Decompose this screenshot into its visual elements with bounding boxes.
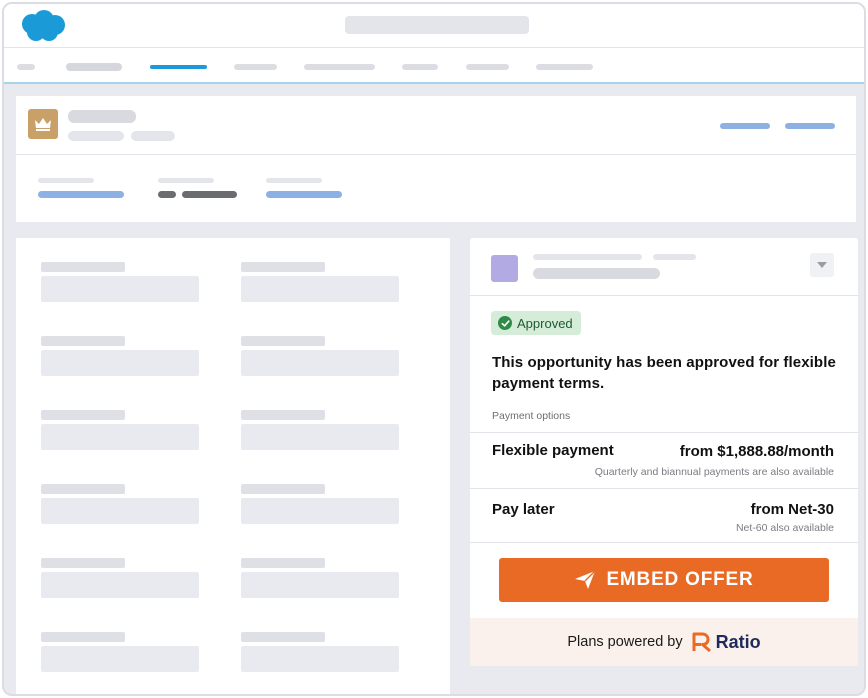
field-value-placeholder[interactable] [41,572,199,598]
crown-icon [35,118,51,131]
option-title-flexible: Flexible payment [492,442,614,459]
record-details-panel [16,238,450,694]
field-label-placeholder [241,336,325,346]
field-label-placeholder [241,484,325,494]
field-label-placeholder [241,410,325,420]
approval-message: This opportunity has been approved for f… [492,354,836,392]
field-label-placeholder [41,262,125,272]
field-value-placeholder[interactable] [41,276,199,302]
header-action-button[interactable] [720,123,770,129]
record-icon [28,109,58,139]
field-label-placeholder [241,632,325,642]
highlight-value-placeholder [182,191,237,198]
field-value-placeholder[interactable] [241,350,399,376]
highlight-label-placeholder [158,178,214,183]
app-frame: Approved This opportunity has been appro… [2,2,866,696]
option-value-pay-later: from Net-30 [750,501,834,518]
field-value-placeholder[interactable] [241,498,399,524]
nav-item[interactable] [466,64,509,70]
highlight-link-placeholder[interactable] [266,191,342,198]
highlight-label-placeholder [266,178,322,183]
field-label-placeholder [41,336,125,346]
option-note-flexible: Quarterly and biannual payments are also… [594,466,834,478]
highlight-value-placeholder [158,191,176,198]
nav-item[interactable] [536,64,593,70]
ratio-logo-icon [692,632,711,653]
widget-header [470,238,858,296]
field-value-placeholder[interactable] [41,424,199,450]
check-circle-icon [498,316,512,330]
nav-item[interactable] [234,64,277,70]
powered-by-footer: Plans powered by Ratio [470,618,858,666]
record-title-placeholder [68,110,136,123]
field-value-placeholder[interactable] [241,572,399,598]
nav-item-active[interactable] [150,65,207,69]
option-note-pay-later: Net-60 also available [735,522,834,534]
field-label-placeholder [41,484,125,494]
field-value-placeholder[interactable] [41,646,199,672]
field-label-placeholder [41,558,125,568]
header-action-button[interactable] [785,123,835,129]
divider [16,154,856,155]
send-icon [575,570,596,589]
embed-offer-label: EMBED OFFER [606,569,754,590]
nav-item[interactable] [17,64,35,70]
divider [470,488,858,489]
field-value-placeholder[interactable] [241,646,399,672]
status-badge: Approved [491,311,581,335]
global-search-placeholder[interactable] [345,16,529,34]
salesforce-cloud-icon[interactable] [18,9,68,43]
field-label-placeholder [41,410,125,420]
widget-title-placeholder [533,254,642,260]
nav-item[interactable] [304,64,375,70]
field-value-placeholder[interactable] [241,424,399,450]
record-subtitle-placeholder [131,131,175,141]
nav-item[interactable] [402,64,438,70]
field-label-placeholder [241,262,325,272]
payment-options-label: Payment options [492,410,571,422]
widget-avatar [491,255,518,282]
widget-title-placeholder [653,254,696,260]
top-header [4,4,864,48]
highlight-link-placeholder[interactable] [38,191,124,198]
option-title-pay-later: Pay later [492,501,555,518]
embed-offer-button[interactable]: EMBED OFFER [499,558,829,602]
field-value-placeholder[interactable] [41,350,199,376]
divider [470,432,858,433]
option-value-flexible: from $1,888.88/month [679,443,834,460]
record-header [16,96,856,222]
chevron-down-icon [817,262,827,268]
widget-subtitle-placeholder [533,268,660,279]
ratio-brand[interactable]: Ratio [691,631,761,653]
record-subtitle-placeholder [68,131,124,141]
widget-dropdown-button[interactable] [810,253,834,277]
divider [470,542,858,543]
field-value-placeholder[interactable] [41,498,199,524]
field-label-placeholder [41,632,125,642]
field-label-placeholder [241,558,325,568]
status-badge-label: Approved [517,315,573,331]
payment-offer-widget: Approved This opportunity has been appro… [470,238,858,666]
nav-bar [4,48,864,84]
ratio-brand-name: Ratio [715,631,761,652]
nav-item[interactable] [66,63,122,71]
highlight-label-placeholder [38,178,94,183]
powered-by-text: Plans powered by [567,634,683,650]
field-value-placeholder[interactable] [241,276,399,302]
